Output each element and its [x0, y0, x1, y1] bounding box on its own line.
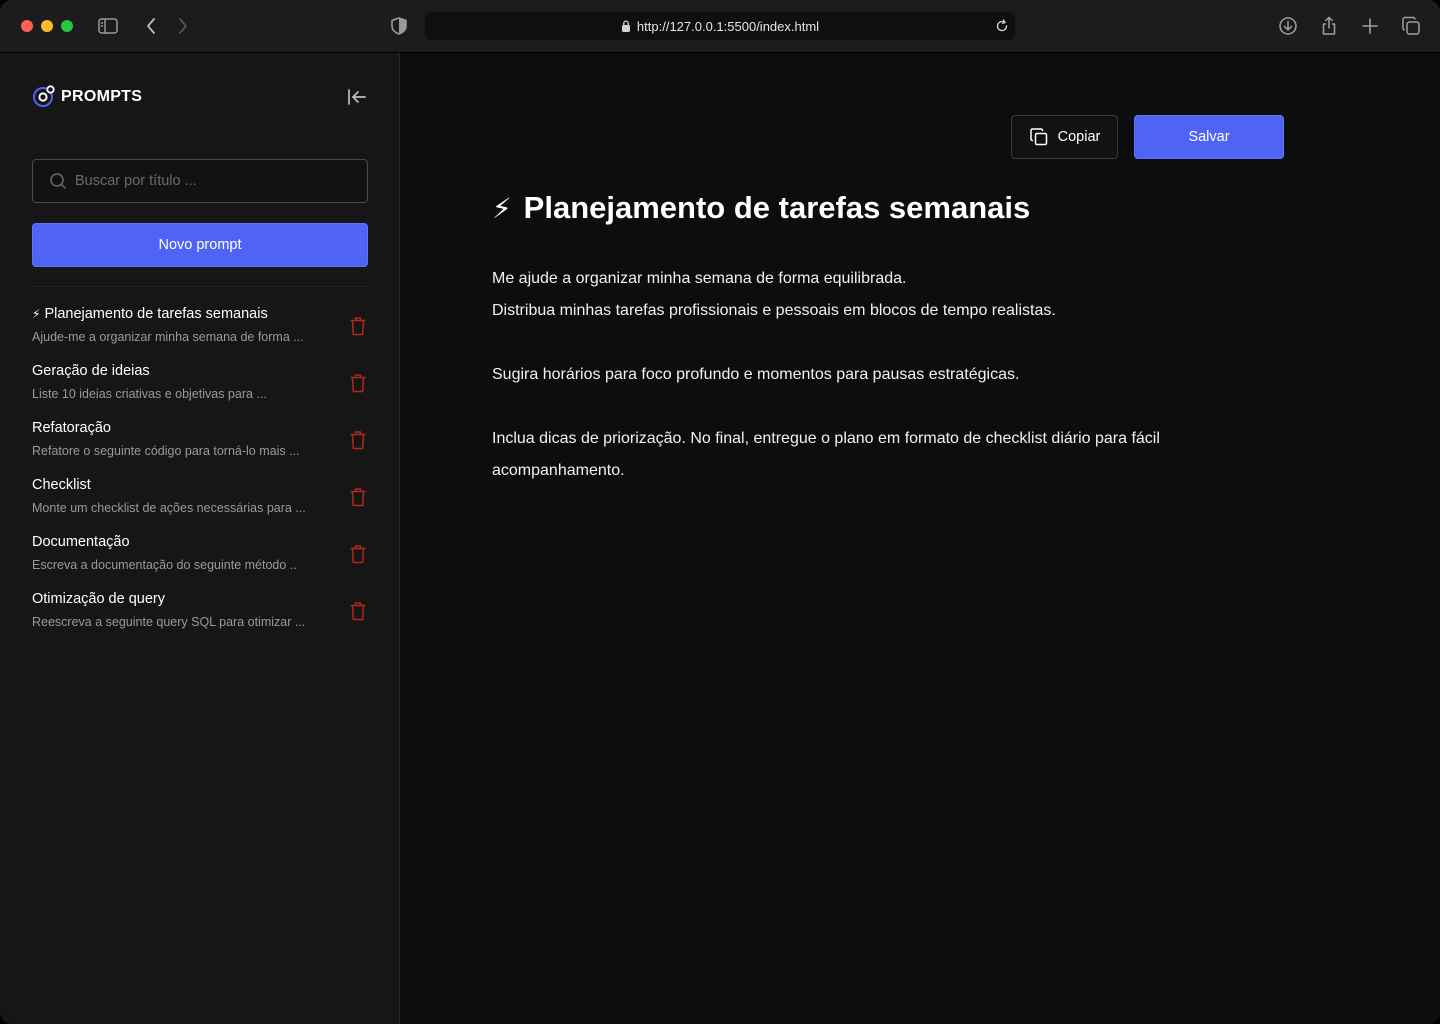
body-line: Distribua minhas tarefas profissionais e…: [492, 302, 1056, 319]
list-item[interactable]: Geração de ideias Liste 10 ideias criati…: [32, 363, 368, 420]
divider: [32, 286, 368, 287]
list-item[interactable]: Checklist Monte um checklist de ações ne…: [32, 477, 368, 534]
item-description: Ajude-me a organizar minha semana de for…: [32, 330, 304, 344]
new-tab-icon[interactable]: [1359, 15, 1381, 37]
tabs-icon[interactable]: [1400, 15, 1422, 37]
item-title: Geração de ideias: [32, 363, 150, 379]
item-title: Planejamento de tarefas semanais: [44, 306, 268, 322]
save-button[interactable]: Salvar: [1134, 115, 1284, 159]
close-window-button[interactable]: [21, 20, 33, 32]
body-line: Inclua dicas de priorização. No final, e…: [492, 430, 1160, 479]
browser-toolbar: http://127.0.0.1:5500/index.html: [0, 0, 1440, 53]
collapse-icon[interactable]: [346, 87, 368, 107]
share-icon[interactable]: [1318, 15, 1340, 37]
item-description: Refatore o seguinte código para torná-lo…: [32, 444, 300, 458]
item-title: Checklist: [32, 477, 91, 493]
reload-icon[interactable]: [994, 18, 1010, 34]
trash-icon[interactable]: [349, 487, 367, 507]
trash-icon[interactable]: [349, 316, 367, 336]
back-icon[interactable]: [140, 15, 162, 37]
browser-window: http://127.0.0.1:5500/index.html PROMPTS…: [0, 0, 1440, 1024]
search-input[interactable]: [75, 173, 355, 189]
forward-icon[interactable]: [172, 15, 194, 37]
trash-icon[interactable]: [349, 544, 367, 564]
search-field[interactable]: [32, 159, 368, 203]
address-bar[interactable]: http://127.0.0.1:5500/index.html: [425, 12, 1015, 40]
shield-icon[interactable]: [388, 15, 410, 37]
trash-icon[interactable]: [349, 373, 367, 393]
prompt-body[interactable]: Me ajude a organizar minha semana de for…: [492, 263, 1252, 487]
bolt-icon: ⚡: [32, 307, 41, 321]
body-line: Sugira horários para foco profundo e mom…: [492, 366, 1020, 383]
prompt-title-text: Planejamento de tarefas semanais: [523, 190, 1031, 225]
item-title: Refatoração: [32, 420, 111, 436]
list-item[interactable]: Otimização de query Reescreva a seguinte…: [32, 591, 368, 648]
logo-icon: [33, 85, 55, 107]
copy-label: Copiar: [1057, 129, 1101, 145]
prompt-title[interactable]: ⚡ Planejamento de tarefas semanais: [492, 190, 1030, 226]
prompt-list: ⚡ Planejamento de tarefas semanais Ajude-…: [32, 306, 368, 648]
minimize-window-button[interactable]: [41, 20, 53, 32]
item-title: Documentação: [32, 534, 130, 550]
trash-icon[interactable]: [349, 601, 367, 621]
body-line: [492, 391, 1252, 423]
main-content: Copiar Salvar ⚡ Planejamento de tarefas …: [401, 53, 1440, 1024]
item-description: Reescreva a seguinte query SQL para otim…: [32, 615, 306, 629]
item-description: Escreva a documentação do seguinte métod…: [32, 558, 297, 572]
lock-icon: [621, 20, 630, 32]
body-line: [492, 327, 1252, 359]
item-description: Monte um checklist de ações necessárias …: [32, 501, 306, 515]
download-icon[interactable]: [1277, 15, 1299, 37]
logo-text: PROMPTS: [61, 87, 143, 105]
copy-icon: [1029, 128, 1047, 146]
item-description: Liste 10 ideias criativas e objetivas pa…: [32, 387, 267, 401]
list-item[interactable]: Documentação Escreva a documentação do s…: [32, 534, 368, 591]
sidebar: PROMPTS Novo prompt ⚡Planejamento de tar…: [0, 53, 400, 1024]
list-item[interactable]: ⚡ Planejamento de tarefas semanais Ajude-…: [32, 306, 368, 363]
logo[interactable]: PROMPTS: [32, 85, 142, 108]
copy-button[interactable]: Copiar: [1011, 115, 1118, 159]
list-item[interactable]: Refatoração Refatore o seguinte código p…: [32, 420, 368, 477]
maximize-window-button[interactable]: [61, 20, 73, 32]
new-prompt-button[interactable]: Novo prompt: [32, 223, 368, 267]
trash-icon[interactable]: [349, 430, 367, 450]
bolt-icon: ⚡: [492, 192, 512, 224]
item-title: Otimização de query: [32, 591, 165, 607]
search-icon: [50, 173, 66, 189]
body-line: Me ajude a organizar minha semana de for…: [492, 270, 907, 287]
sidebar-toggle-icon[interactable]: [97, 15, 119, 37]
url-text: http://127.0.0.1:5500/index.html: [636, 18, 820, 34]
